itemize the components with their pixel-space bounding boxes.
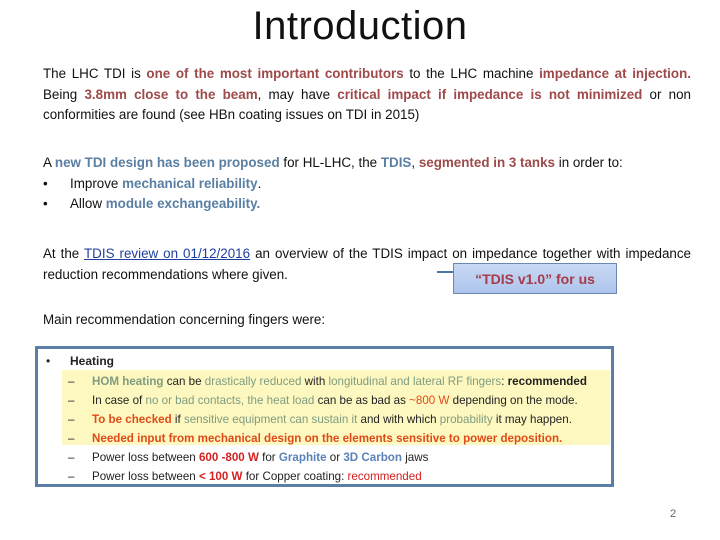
list-item: – HOM heating can be drastically reduced … <box>68 375 587 388</box>
list-item: – Power loss between < 100 W for Copper c… <box>68 470 422 483</box>
version-callout: “TDIS v1.0” for us <box>453 263 617 294</box>
dash-icon: – <box>68 394 75 407</box>
bullet-item: • Allow module exchangeability. <box>43 194 691 215</box>
bullet-item: • Improve mechanical reliability. <box>43 174 691 195</box>
dash-icon: – <box>68 432 75 445</box>
dash-icon: – <box>68 451 75 464</box>
design-sentence: A new TDI design has been proposed for H… <box>43 155 623 170</box>
list-item: – Needed input from mechanical design on … <box>68 432 563 445</box>
intro-paragraph: The LHC TDI is one of the most important… <box>43 66 691 122</box>
bullet-icon: • <box>46 354 51 368</box>
tdis-review-link[interactable]: TDIS review on 01/12/2016 <box>84 246 250 261</box>
page-number: 2 <box>670 508 677 520</box>
design-paragraph: A new TDI design has been proposed for H… <box>43 153 691 215</box>
dash-icon: – <box>68 413 75 426</box>
bullet-icon: • <box>43 196 48 211</box>
list-item: – In case of no or bad contacts, the heat… <box>68 394 578 407</box>
list-item: – Power loss between 600 -800 W for Graph… <box>68 451 429 464</box>
list-item: – To be checked if sensitive equipment ca… <box>68 413 572 426</box>
heading-line: • Heating <box>46 354 115 368</box>
slide-title: Introduction <box>252 4 468 48</box>
dash-icon: – <box>68 375 75 388</box>
recommendation-intro: Main recommendation concerning fingers w… <box>43 312 326 327</box>
bullet-icon: • <box>43 175 48 191</box>
recommendations-box: • Heating – HOM heating can be drastically… <box>35 346 614 487</box>
dash-icon: – <box>68 470 75 483</box>
